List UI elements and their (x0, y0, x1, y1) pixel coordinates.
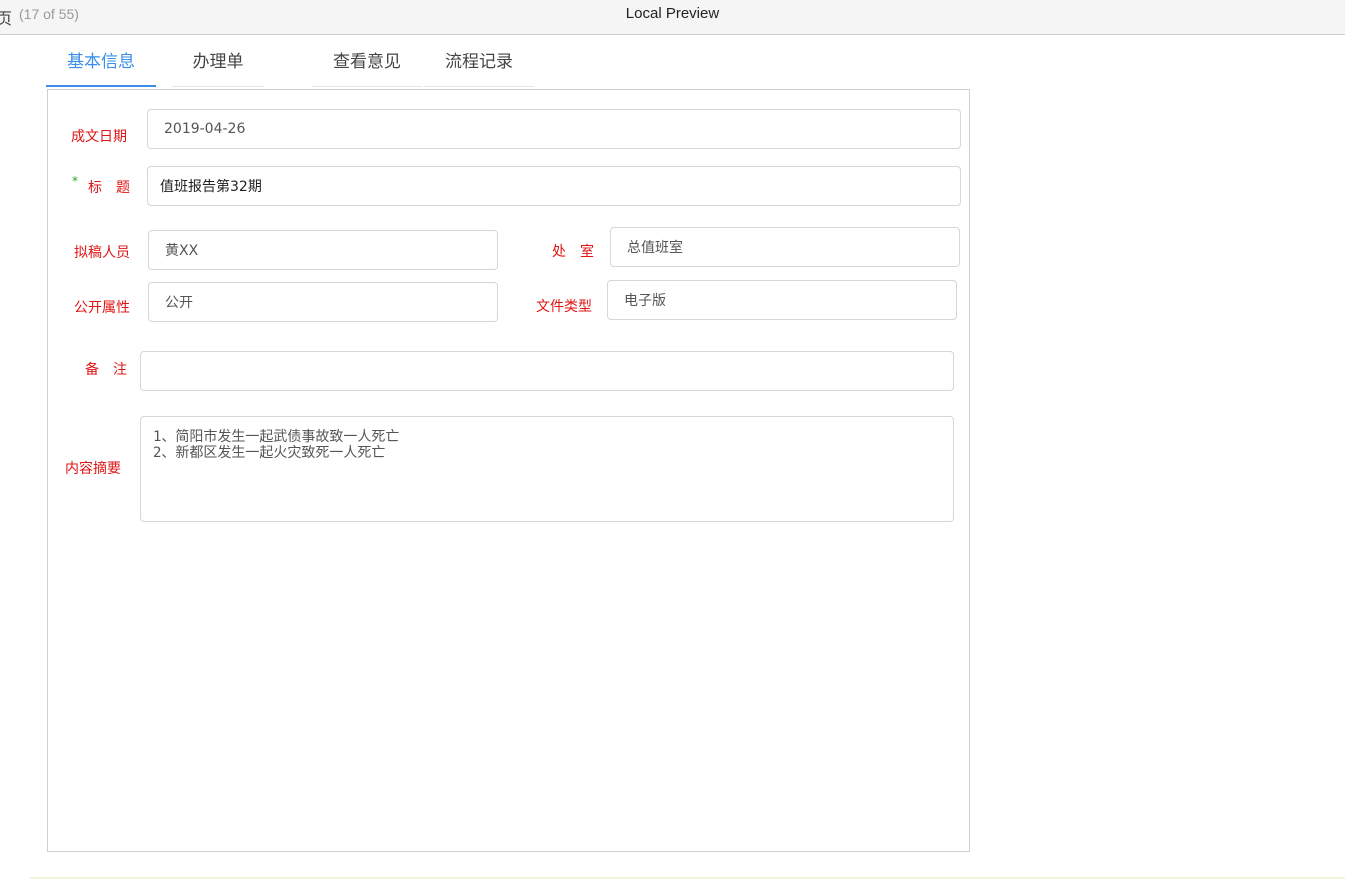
tab-handling-sheet[interactable]: 办理单 (172, 38, 264, 87)
date-field[interactable]: 2019-04-26 (147, 109, 961, 149)
tab-process-records[interactable]: 流程记录 (424, 38, 534, 87)
window-titlebar: 页 (17 of 55) Local Preview (0, 0, 1345, 35)
drafter-field[interactable]: 黄XX (148, 230, 498, 270)
bottom-divider (30, 877, 1345, 879)
tab-basic-info[interactable]: 基本信息 (46, 38, 156, 87)
page-counter: (17 of 55) (19, 6, 79, 22)
office-label: 处 室 (552, 244, 594, 260)
remark-field[interactable] (140, 351, 954, 391)
office-field[interactable]: 总值班室 (610, 227, 960, 267)
drafter-label: 拟稿人员 (74, 245, 130, 261)
disclosure-field[interactable]: 公开 (148, 282, 498, 322)
tab-view-opinions[interactable]: 查看意见 (312, 38, 422, 87)
summary-label: 内容摘要 (65, 461, 121, 477)
doc-type-field[interactable]: 电子版 (607, 280, 957, 320)
title-field[interactable]: 值班报告第32期 (147, 166, 961, 206)
remark-label: 备 注 (85, 362, 127, 378)
doc-type-label: 文件类型 (536, 299, 592, 315)
page-label-fragment: 页 (0, 9, 13, 28)
summary-textarea[interactable]: 1、简阳市发生一起武债事故致一人死亡 2、新都区发生一起火灾致死一人死亡 (140, 416, 954, 522)
required-star-icon: * (72, 174, 78, 188)
window-title: Local Preview (625, 5, 720, 22)
title-label: 标 题 (88, 180, 130, 196)
form-panel: 成文日期 2019-04-26 * 标 题 值班报告第32期 拟稿人员 黄XX … (47, 89, 970, 852)
disclosure-label: 公开属性 (74, 300, 130, 316)
date-label: 成文日期 (71, 129, 127, 145)
